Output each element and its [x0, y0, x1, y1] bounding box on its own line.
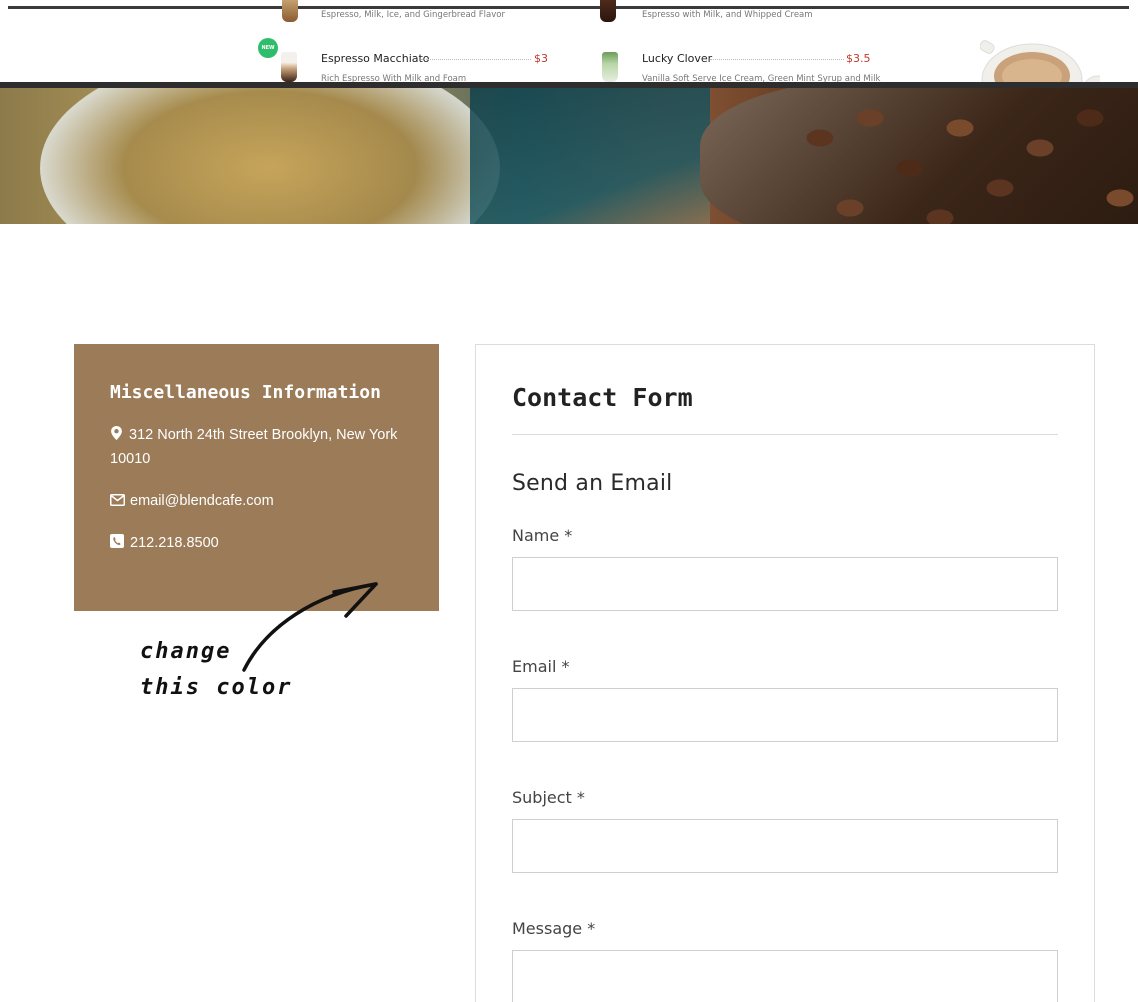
- email-link[interactable]: email@blendcafe.com: [130, 493, 274, 509]
- drink-thumbnail-icon: [282, 0, 298, 22]
- new-badge: NEW: [258, 38, 278, 58]
- envelope-icon: [110, 494, 125, 506]
- phone-text: 212.218.8500: [130, 535, 219, 551]
- menu-item-name: Espresso Macchiato: [321, 52, 430, 65]
- drink-thumbnail-icon: [600, 0, 616, 22]
- info-title: Miscellaneous Information: [110, 382, 381, 403]
- phone-row: 212.218.8500: [110, 531, 403, 555]
- subject-field-group: Subject *: [512, 788, 1058, 873]
- annotation-text: change this color: [140, 634, 292, 706]
- menu-item: Lucky Clover $3.5 Vanilla Soft Serve Ice…: [602, 52, 880, 84]
- coffee-cup-image: [980, 40, 1100, 88]
- menu-strip: Espresso, Milk, Ice, and Gingerbread Fla…: [0, 0, 1138, 88]
- form-title: Contact Form: [512, 383, 1058, 435]
- phone-icon: [110, 534, 124, 548]
- message-label: Message *: [512, 919, 596, 938]
- menu-item-description: Espresso, Milk, Ice, and Gingerbread Fla…: [321, 10, 505, 20]
- annotation-line: this color: [140, 675, 293, 700]
- form-subtitle: Send an Email: [512, 471, 673, 496]
- dotted-leader: [421, 59, 531, 60]
- message-field-group: Message *: [512, 919, 1058, 1002]
- name-input[interactable]: [512, 557, 1058, 611]
- dotted-leader: [710, 59, 844, 60]
- menu-item-price: $3: [534, 52, 548, 65]
- map-marker-icon: [111, 426, 122, 440]
- menu-item-price: $3.5: [846, 52, 871, 65]
- menu-item: Espresso Macchiato $3 Rich Espresso With…: [281, 52, 548, 84]
- menu-item-name: Lucky Clover: [642, 52, 713, 65]
- menu-item-description: Espresso with Milk, and Whipped Cream: [642, 10, 813, 20]
- email-label: Email *: [512, 657, 570, 676]
- drink-thumbnail-icon: [602, 52, 618, 82]
- email-row: email@blendcafe.com: [110, 489, 403, 513]
- address-text: 312 North 24th Street Brooklyn, New York…: [110, 427, 398, 467]
- coffee-beans-image: [700, 88, 1138, 224]
- contact-form-card: Contact Form Send an Email Name * Email …: [475, 344, 1095, 1002]
- divider: [8, 6, 1129, 9]
- subject-label: Subject *: [512, 788, 585, 807]
- name-field-group: Name *: [512, 526, 1058, 611]
- name-label: Name *: [512, 526, 573, 545]
- annotation-line: change: [140, 639, 232, 664]
- drink-thumbnail-icon: [281, 52, 297, 82]
- email-input[interactable]: [512, 688, 1058, 742]
- hero-banner-image: [0, 88, 1138, 224]
- info-box: Miscellaneous Information 312 North 24th…: [74, 344, 439, 611]
- message-input[interactable]: [512, 950, 1058, 1002]
- email-field-group: Email *: [512, 657, 1058, 742]
- address-row: 312 North 24th Street Brooklyn, New York…: [110, 423, 403, 471]
- subject-input[interactable]: [512, 819, 1058, 873]
